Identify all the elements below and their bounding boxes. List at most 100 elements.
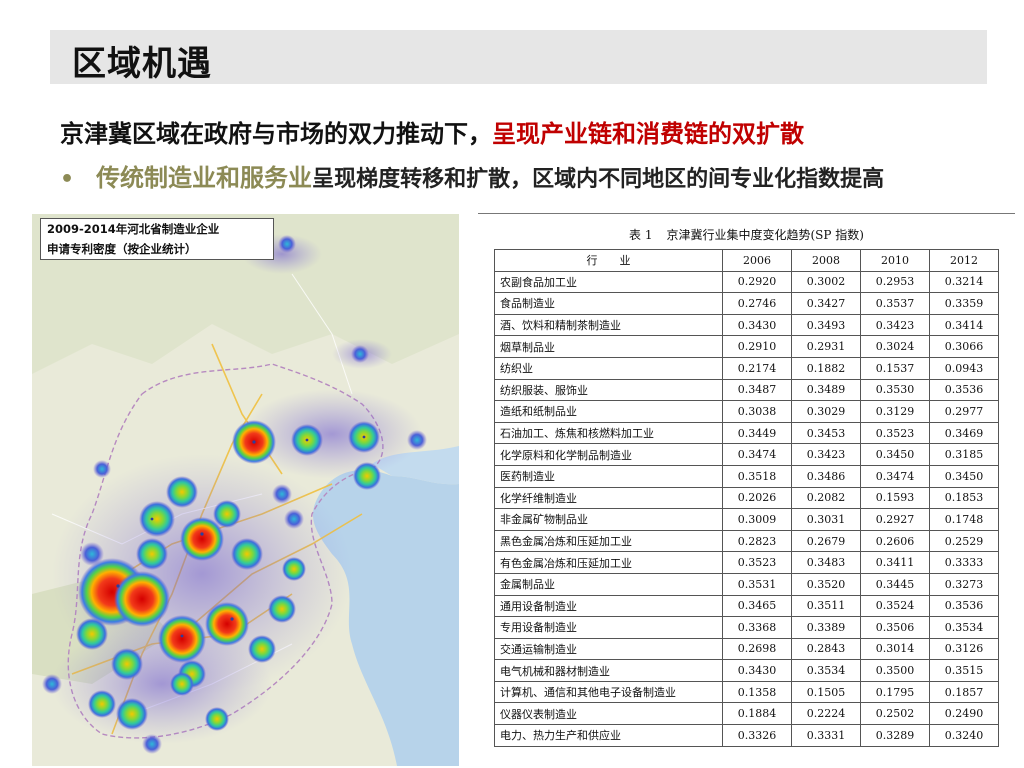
sp-value-cell: 0.1882: [791, 356, 861, 380]
sp-value-cell: 0.3474: [722, 443, 792, 466]
sp-value-cell: 0.3486: [791, 464, 861, 488]
table-row: 仪器仪表制造业 0.1884 0.2224 0.2502 0.2490: [494, 702, 999, 726]
industry-cell: 通用设备制造业: [494, 594, 723, 618]
sp-value-cell: 0.3333: [929, 551, 999, 574]
sp-value-cell: 0.3500: [860, 659, 930, 682]
sp-value-cell: 0.3523: [860, 421, 930, 445]
table-row: 烟草制品业 0.2910 0.2931 0.3024 0.3066: [494, 335, 999, 358]
sp-value-cell: 0.3423: [860, 313, 930, 337]
table-header-row: 行 业 2006 2008 2010 2012: [494, 249, 999, 272]
table-row: 造纸和纸制品业 0.3038 0.3029 0.3129 0.2977: [494, 400, 999, 423]
sp-value-cell: 0.3031: [791, 508, 861, 531]
sp-value-cell: 0.3493: [791, 313, 861, 337]
header-year: 2008: [791, 249, 861, 272]
header-year: 2010: [860, 249, 930, 272]
sp-value-cell: 0.3445: [860, 572, 930, 596]
table-body: 农副食品加工业 0.2920 0.3002 0.2953 0.3214 食品制造业 0.27…: [494, 270, 999, 747]
sp-value-cell: 0.3427: [791, 292, 861, 315]
table-caption-title: 京津冀行业集中度变化趋势(SP 指数): [666, 228, 864, 242]
sp-value-cell: 0.3289: [860, 724, 930, 747]
sp-value-cell: 0.3214: [929, 270, 999, 294]
sp-value-cell: 0.2174: [722, 356, 792, 380]
sp-value-cell: 0.3002: [791, 270, 861, 294]
bullet-text: 呈现梯度转移和扩散，区域内不同地区的间专业化指数提高: [312, 167, 885, 192]
sp-value-cell: 0.3066: [929, 335, 999, 358]
sp-value-cell: 0.3534: [929, 616, 999, 639]
bullet-point: • 传统制造业和服务业呈现梯度转移和扩散，区域内不同地区的间专业化指数提高: [60, 158, 884, 193]
sp-value-cell: 0.1505: [791, 680, 861, 704]
sp-value-cell: 0.3450: [929, 464, 999, 488]
sp-value-cell: 0.3450: [860, 443, 930, 466]
sp-value-cell: 0.3530: [860, 378, 930, 402]
industry-cell: 专用设备制造业: [494, 616, 723, 639]
sp-value-cell: 0.3240: [929, 724, 999, 747]
sp-value-cell: 0.3024: [860, 335, 930, 358]
table-caption-number: 表 1: [629, 228, 653, 242]
header-year: 2006: [722, 249, 792, 272]
industry-cell: 电气机械和器材制造业: [494, 659, 723, 682]
sp-value-cell: 0.3359: [929, 292, 999, 315]
sp-value-cell: 0.2823: [722, 529, 792, 553]
table-row: 电气机械和器材制造业 0.3430 0.3534 0.3500 0.3515: [494, 659, 999, 682]
industry-cell: 食品制造业: [494, 292, 723, 315]
title-bar: 区域机遇: [50, 30, 987, 84]
table-row: 石油加工、炼焦和核燃料加工业 0.3449 0.3453 0.3523 0.3469: [494, 421, 999, 445]
industry-cell: 烟草制品业: [494, 335, 723, 358]
sp-value-cell: 0.2746: [722, 292, 792, 315]
sp-value-cell: 0.3009: [722, 508, 792, 531]
patent-density-map: 2009-2014年河北省制造业企业 申请专利密度（按企业统计）: [32, 214, 459, 766]
table-top-rule: [478, 213, 1015, 214]
table-row: 交通运输制造业 0.2698 0.2843 0.3014 0.3126: [494, 637, 999, 661]
industry-cell: 仪器仪表制造业: [494, 702, 723, 726]
sp-value-cell: 0.3449: [722, 421, 792, 445]
industry-cell: 农副食品加工业: [494, 270, 723, 294]
sp-value-cell: 0.3014: [860, 637, 930, 661]
sp-value-cell: 0.1795: [860, 680, 930, 704]
map-graphic: [32, 214, 459, 766]
industry-cell: 医药制造业: [494, 464, 723, 488]
industry-cell: 非金属矿物制品业: [494, 508, 723, 531]
sp-value-cell: 0.1358: [722, 680, 792, 704]
header-industry: 行 业: [494, 249, 723, 272]
industry-cell: 石油加工、炼焦和核燃料加工业: [494, 421, 723, 445]
sp-index-table: 行 业 2006 2008 2010 2012 农副食品加工业 0.2920 0.3…: [494, 249, 999, 747]
industry-cell: 化学纤维制造业: [494, 486, 723, 510]
table-row: 通用设备制造业 0.3465 0.3511 0.3524 0.3536: [494, 594, 999, 618]
sp-value-cell: 0.0943: [929, 356, 999, 380]
industry-cell: 电力、热力生产和供应业: [494, 724, 723, 747]
table-row: 有色金属冶炼和压延加工业 0.3523 0.3483 0.3411 0.3333: [494, 551, 999, 574]
sp-value-cell: 0.2502: [860, 702, 930, 726]
sp-value-cell: 0.3430: [722, 659, 792, 682]
table-row: 农副食品加工业 0.2920 0.3002 0.2953 0.3214: [494, 270, 999, 294]
sp-value-cell: 0.3368: [722, 616, 792, 639]
headline: 京津冀区域在政府与市场的双力推动下，呈现产业链和消费链的双扩散: [60, 114, 804, 149]
sp-value-cell: 0.1537: [860, 356, 930, 380]
sp-value-cell: 0.1593: [860, 486, 930, 510]
sp-value-cell: 0.3038: [722, 400, 792, 423]
sp-value-cell: 0.1884: [722, 702, 792, 726]
header-year: 2012: [929, 249, 999, 272]
sp-value-cell: 0.3273: [929, 572, 999, 596]
sp-value-cell: 0.3524: [860, 594, 930, 618]
bullet-highlight: 传统制造业和服务业: [96, 164, 313, 192]
sp-value-cell: 0.2931: [791, 335, 861, 358]
sp-value-cell: 0.2490: [929, 702, 999, 726]
table-row: 非金属矿物制品业 0.3009 0.3031 0.2927 0.1748: [494, 508, 999, 531]
sp-value-cell: 0.2977: [929, 400, 999, 423]
sp-value-cell: 0.3453: [791, 421, 861, 445]
sp-value-cell: 0.2927: [860, 508, 930, 531]
slide-title: 区域机遇: [72, 44, 212, 84]
table-row: 计算机、通信和其他电子设备制造业 0.1358 0.1505 0.1795 0.1857: [494, 680, 999, 704]
map-caption-line2: 申请专利密度（按企业统计）: [47, 242, 197, 256]
sp-value-cell: 0.3537: [860, 292, 930, 315]
sp-value-cell: 0.3523: [722, 551, 792, 574]
sp-value-cell: 0.3465: [722, 594, 792, 618]
table-row: 医药制造业 0.3518 0.3486 0.3474 0.3450: [494, 464, 999, 488]
table-row: 化学原料和化学制品制造业 0.3474 0.3423 0.3450 0.3185: [494, 443, 999, 466]
sp-value-cell: 0.2529: [929, 529, 999, 553]
sp-value-cell: 0.3430: [722, 313, 792, 337]
sp-value-cell: 0.2606: [860, 529, 930, 553]
sp-value-cell: 0.3483: [791, 551, 861, 574]
table-row: 化学纤维制造业 0.2026 0.2082 0.1593 0.1853: [494, 486, 999, 510]
sp-value-cell: 0.1853: [929, 486, 999, 510]
